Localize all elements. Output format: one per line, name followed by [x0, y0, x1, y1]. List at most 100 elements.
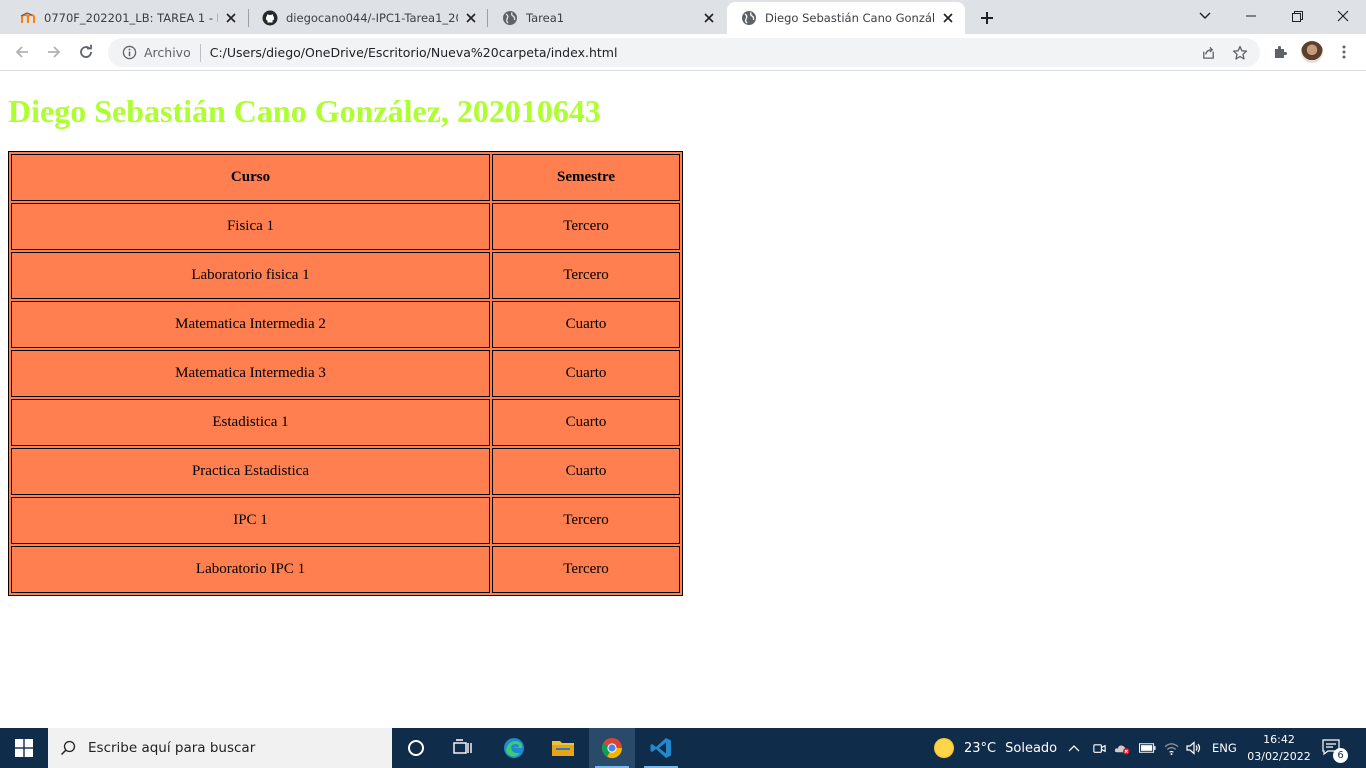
tab-strip: 0770F_202201_LB: TAREA 1 - Edit diegocan…: [0, 0, 1366, 34]
moodle-icon: [20, 10, 36, 26]
table-row: Matematica Intermedia 3 Cuarto: [11, 350, 680, 397]
page-viewport: Diego Sebastián Cano González, 202010643…: [0, 71, 1366, 728]
new-tab-button[interactable]: [973, 5, 1001, 31]
menu-kebab-icon[interactable]: [1330, 38, 1358, 66]
tab-title: diegocano044/-IPC1-Tarea1_2020: [286, 11, 458, 25]
taskbar-search-box[interactable]: Escribe aquí para buscar: [48, 728, 392, 768]
tab-title: 0770F_202201_LB: TAREA 1 - Edit: [44, 11, 218, 25]
column-header-curso: Curso: [11, 154, 490, 201]
meet-now-icon[interactable]: [1092, 728, 1107, 768]
table-cell-semestre: Cuarto: [492, 301, 680, 348]
file-explorer-app[interactable]: [540, 728, 586, 768]
table-cell-semestre: Tercero: [492, 497, 680, 544]
table-cell-semestre: Tercero: [492, 252, 680, 299]
table-cell-curso: Matematica Intermedia 2: [11, 301, 490, 348]
profile-avatar[interactable]: [1298, 38, 1326, 66]
table-cell-curso: Practica Estadistica: [11, 448, 490, 495]
address-bar[interactable]: Archivo C:/Users/diego/OneDrive/Escritor…: [108, 38, 1260, 67]
vscode-app[interactable]: [638, 728, 684, 768]
windows-logo-icon: [15, 739, 33, 757]
close-window-button[interactable]: [1320, 0, 1366, 32]
tab-title: Diego Sebastián Cano González,: [765, 11, 935, 25]
windows-taskbar: Escribe aquí para buscar 23°C Soleado EN…: [0, 728, 1366, 768]
tab-search-button[interactable]: [1182, 0, 1228, 32]
table-cell-semestre: Tercero: [492, 546, 680, 593]
vscode-icon: [650, 738, 671, 758]
chevron-up-icon: [1068, 745, 1080, 752]
scheme-label: Archivo: [144, 45, 191, 60]
minimize-button[interactable]: [1228, 0, 1274, 32]
clock[interactable]: 16:42 03/02/2022: [1244, 731, 1314, 765]
table-row: IPC 1 Tercero: [11, 497, 680, 544]
start-button[interactable]: [0, 728, 48, 768]
globe-icon: [741, 10, 757, 26]
table-row: Laboratorio IPC 1 Tercero: [11, 546, 680, 593]
tab-moodle[interactable]: 0770F_202201_LB: TAREA 1 - Edit: [6, 2, 248, 34]
onedrive-icon[interactable]: [1114, 728, 1131, 768]
table-cell-curso: Fisica 1: [11, 203, 490, 250]
reload-button[interactable]: [72, 38, 100, 66]
table-row: Laboratorio fisica 1 Tercero: [11, 252, 680, 299]
chrome-app[interactable]: [589, 728, 635, 768]
wifi-icon[interactable]: [1164, 728, 1179, 768]
sun-icon: [934, 738, 954, 758]
cortana-icon: [408, 740, 424, 756]
close-icon[interactable]: [939, 9, 957, 27]
language-indicator[interactable]: ENG: [1212, 728, 1237, 768]
table-row: Estadistica 1 Cuarto: [11, 399, 680, 446]
table-row: Fisica 1 Tercero: [11, 203, 680, 250]
divider: [199, 43, 201, 62]
table-row: Practica Estadistica Cuarto: [11, 448, 680, 495]
chrome-icon: [601, 738, 623, 759]
page-heading: Diego Sebastián Cano González, 202010643: [8, 93, 601, 129]
github-icon: [262, 10, 278, 26]
restore-button[interactable]: [1274, 0, 1320, 32]
bookmark-star-icon[interactable]: [1226, 38, 1254, 67]
table-cell-curso: Matematica Intermedia 3: [11, 350, 490, 397]
url-text[interactable]: C:/Users/diego/OneDrive/Escritorio/Nueva…: [210, 45, 618, 60]
table-row: Matematica Intermedia 2 Cuarto: [11, 301, 680, 348]
table-cell-semestre: Cuarto: [492, 399, 680, 446]
notification-count-badge: 6: [1333, 748, 1348, 763]
search-placeholder: Escribe aquí para buscar: [88, 740, 256, 756]
info-icon[interactable]: [114, 45, 144, 60]
extensions-icon[interactable]: [1266, 38, 1294, 66]
table-cell-curso: Estadistica 1: [11, 399, 490, 446]
tab-github[interactable]: diegocano044/-IPC1-Tarea1_2020: [248, 2, 488, 34]
edge-app[interactable]: [491, 728, 537, 768]
avatar: [1301, 41, 1323, 63]
globe-icon: [502, 10, 518, 26]
close-icon[interactable]: [222, 9, 240, 27]
folder-icon: [552, 741, 574, 756]
action-center-button[interactable]: 6: [1322, 728, 1348, 768]
task-view-button[interactable]: [440, 728, 486, 768]
table-cell-curso: Laboratorio fisica 1: [11, 252, 490, 299]
search-icon: [48, 740, 88, 756]
volume-icon[interactable]: [1186, 728, 1202, 768]
table-cell-curso: IPC 1: [11, 497, 490, 544]
table-header-row: Curso Semestre: [11, 154, 680, 201]
table-cell-semestre: Cuarto: [492, 350, 680, 397]
clock-time: 16:42: [1263, 733, 1295, 746]
back-button[interactable]: [8, 38, 36, 66]
weather-widget[interactable]: 23°C Soleado: [934, 728, 1057, 768]
tab-tarea1[interactable]: Tarea1: [488, 2, 726, 34]
tab-active[interactable]: Diego Sebastián Cano González,: [727, 2, 965, 34]
cortana-button[interactable]: [393, 728, 439, 768]
courses-table: Curso Semestre Fisica 1 Tercero Laborato…: [8, 151, 683, 596]
close-icon[interactable]: [462, 9, 480, 27]
show-hidden-icons-button[interactable]: [1068, 728, 1082, 768]
edge-icon: [504, 738, 524, 758]
clock-date: 03/02/2022: [1247, 750, 1311, 763]
weather-condition: Soleado: [1005, 740, 1058, 756]
forward-button[interactable]: [40, 38, 68, 66]
table-cell-semestre: Cuarto: [492, 448, 680, 495]
browser-toolbar: Archivo C:/Users/diego/OneDrive/Escritor…: [0, 34, 1366, 71]
battery-icon[interactable]: [1139, 728, 1156, 768]
column-header-semestre: Semestre: [492, 154, 680, 201]
close-icon[interactable]: [700, 9, 718, 27]
task-view-icon: [453, 739, 472, 754]
table-cell-semestre: Tercero: [492, 203, 680, 250]
tab-title: Tarea1: [526, 11, 565, 25]
share-icon[interactable]: [1194, 38, 1222, 67]
